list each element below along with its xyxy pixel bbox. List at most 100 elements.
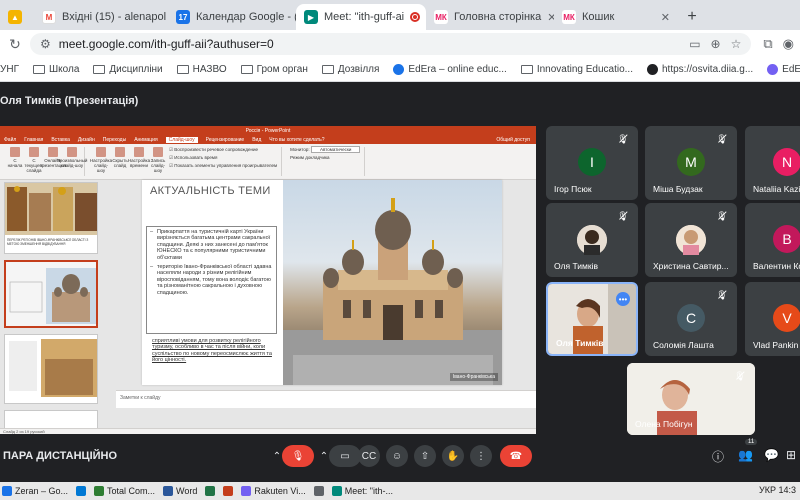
presenter-view-checkbox[interactable]: Режим докладчика bbox=[290, 155, 329, 160]
bookmark-folder-disciplines[interactable]: Дисципліни bbox=[93, 64, 163, 75]
folder-icon bbox=[176, 65, 189, 74]
participant-tile[interactable]: 🎙 C Соломія Лашта bbox=[645, 282, 737, 356]
site-info-icon[interactable]: ⚙ bbox=[40, 37, 51, 51]
browser-tab-calendar[interactable]: 17 Календар Google - ( ✕ bbox=[168, 4, 296, 30]
pp-tab[interactable]: Переходы bbox=[103, 137, 126, 143]
participant-name: Христина Савтир... bbox=[653, 261, 729, 271]
slide-thumbnail[interactable] bbox=[4, 334, 98, 404]
bookmark-osvita[interactable]: https://osvita.diia.g... bbox=[647, 64, 753, 75]
taskbar-item[interactable]: Meet: "ith-... bbox=[331, 486, 393, 496]
taskbar-item[interactable] bbox=[223, 486, 234, 496]
browser-tab-home[interactable]: МК Головна сторінка ✕ bbox=[426, 4, 554, 30]
participant-tile[interactable]: V Vlad Pankin bbox=[745, 282, 800, 356]
raise-hand-button[interactable]: ✋ bbox=[442, 445, 464, 467]
participant-tile[interactable]: 🎙 M Міша Будзак bbox=[645, 126, 737, 200]
info-icon[interactable]: ⓘ bbox=[712, 448, 724, 465]
pp-tab[interactable]: Главная bbox=[24, 137, 43, 143]
ribbon-button[interactable]: Настройка слайд-шоу bbox=[90, 147, 112, 173]
slide-thumbnail-selected[interactable] bbox=[4, 260, 98, 328]
people-icon[interactable]: 👥 bbox=[738, 448, 753, 462]
pp-search[interactable]: Что вы хотите сделать? bbox=[269, 137, 324, 143]
slide-thumbnail[interactable] bbox=[4, 410, 98, 428]
taskbar-item[interactable]: Rakuten Vi... bbox=[241, 486, 306, 496]
present-button[interactable]: ⇧ bbox=[414, 445, 436, 467]
bookmark-innovating[interactable]: Innovating Educatio... bbox=[520, 64, 633, 75]
more-options-button[interactable]: ⋮ bbox=[470, 445, 492, 467]
pp-tab-active[interactable]: Слайд-шоу bbox=[165, 136, 198, 143]
mic-off-button[interactable]: 🎙 bbox=[282, 445, 314, 467]
pp-tab[interactable]: Файл bbox=[4, 137, 16, 143]
close-icon[interactable]: ✕ bbox=[547, 11, 554, 24]
ribbon-button[interactable]: Скрыть слайд bbox=[112, 147, 128, 168]
participant-tile-active[interactable]: ••• Оля Тимків bbox=[546, 282, 638, 356]
taskbar-item[interactable]: Total Com... bbox=[94, 486, 155, 496]
pp-tab[interactable]: Анимация bbox=[134, 137, 157, 143]
ribbon-checkbox[interactable]: Показать элементы управления проигрывате… bbox=[169, 163, 277, 169]
pp-tab[interactable]: Вид bbox=[252, 137, 261, 143]
profile-icon[interactable]: ◉ bbox=[783, 36, 794, 52]
ribbon-button[interactable]: Запись слайд-шоу bbox=[150, 147, 166, 173]
leave-call-button[interactable]: ☎ bbox=[500, 445, 532, 467]
more-options-icon[interactable]: ••• bbox=[616, 292, 630, 306]
self-view-tile[interactable]: 🎙 Олена Побігун bbox=[627, 363, 755, 435]
taskbar-item[interactable]: Zeran – Go... bbox=[2, 486, 68, 496]
ribbon-button[interactable]: Произвольный слайд-шоу bbox=[57, 147, 87, 168]
monitor-select[interactable]: Автоматически bbox=[310, 146, 361, 153]
close-icon[interactable]: ✕ bbox=[661, 11, 670, 24]
captions-button[interactable]: CC bbox=[358, 445, 380, 467]
participant-tile[interactable]: 🎙 Оля Тимків bbox=[546, 203, 638, 277]
taskbar-item[interactable] bbox=[76, 486, 87, 496]
ribbon-button[interactable]: С начала bbox=[7, 147, 23, 168]
activities-icon[interactable]: ⊞ bbox=[786, 448, 796, 462]
zoom-icon[interactable]: ⊕ bbox=[711, 37, 721, 51]
language-indicator[interactable]: УКР bbox=[759, 485, 776, 495]
ribbon-checkbox[interactable]: Использовать время bbox=[169, 155, 277, 161]
taskbar-item[interactable] bbox=[205, 486, 216, 496]
ribbon-checkbox[interactable]: Воспроизвести речевое сопровождение bbox=[169, 147, 277, 153]
cathedral-photo: Івано-Франківська bbox=[283, 180, 502, 385]
slide-thumbnail[interactable]: ПЕРЕЛІК РЕГІОНІВ ІВАНО-ФРАНКІВСЬКОЇ ОБЛА… bbox=[4, 182, 98, 254]
bookmark-edera-viber[interactable]: EdEra у Viber bbox=[767, 64, 800, 75]
slide-notes[interactable]: Заметки к слайду bbox=[116, 390, 536, 408]
reload-icon[interactable]: ↻ bbox=[6, 36, 24, 53]
bookmark-folder-nazvo[interactable]: НАЗВО bbox=[176, 64, 227, 75]
ribbon-group-start: С начала С текущего слайда Онлайн-презен… bbox=[3, 147, 87, 176]
extensions-icon[interactable]: ⧉ bbox=[763, 36, 772, 52]
pp-tab[interactable]: Дизайн bbox=[78, 137, 95, 143]
browser-toolbar: ↻ ⚙ meet.google.com/ith-guff-aii?authuse… bbox=[0, 30, 800, 58]
participant-tile[interactable]: B Валентин Ко bbox=[745, 203, 800, 277]
pp-tab[interactable]: Рецензирование bbox=[206, 137, 245, 143]
new-tab-button[interactable]: + bbox=[678, 4, 706, 30]
participant-name: Nataliia Kazin bbox=[753, 184, 800, 194]
ribbon-button[interactable]: Настройка времени bbox=[128, 147, 150, 168]
taskbar-item[interactable] bbox=[313, 486, 324, 496]
pp-share[interactable]: Общий доступ bbox=[496, 137, 530, 143]
bookmark-folder-leisure[interactable]: Дозвілля bbox=[321, 64, 379, 75]
address-bar[interactable]: ⚙ meet.google.com/ith-guff-aii?authuser=… bbox=[30, 33, 752, 55]
camera-icon[interactable]: ▭ bbox=[689, 37, 700, 51]
bookmark-folder-grom[interactable]: Гром орган bbox=[240, 64, 308, 75]
bookmark-ung[interactable]: УНГ bbox=[0, 64, 19, 75]
clock[interactable]: 14:3 bbox=[778, 485, 796, 495]
edera-icon bbox=[393, 64, 405, 75]
browser-tab-meet[interactable]: ▶ Meet: "ith-guff-ai ✕ bbox=[296, 4, 426, 30]
bookmark-edera[interactable]: EdEra – online educ... bbox=[393, 64, 507, 75]
browser-tab-cart[interactable]: МК Кошик ✕ bbox=[554, 4, 678, 30]
participant-name: Оля Тимків bbox=[556, 338, 604, 348]
thumb-caption: ПЕРЕЛІК РЕГІОНІВ ІВАНО-ФРАНКІВСЬКОЇ ОБЛА… bbox=[7, 238, 89, 246]
participant-tile[interactable]: N Nataliia Kazin bbox=[745, 126, 800, 200]
url-text: meet.google.com/ith-guff-aii?authuser=0 bbox=[58, 37, 274, 51]
browser-tab-app[interactable]: ▲ bbox=[0, 4, 34, 30]
camera-button[interactable]: ▭ bbox=[329, 445, 361, 467]
pp-tab[interactable]: Вставка bbox=[51, 137, 70, 143]
chat-icon[interactable]: 💬 bbox=[764, 448, 779, 462]
emoji-button[interactable]: ☺ bbox=[386, 445, 408, 467]
browser-tab-gmail[interactable]: M Вхідні (15) - alenapol bbox=[34, 4, 168, 30]
bookmark-folder-school[interactable]: Школа bbox=[33, 64, 79, 75]
participant-tile[interactable]: 🎙 I Ігор Псюк bbox=[546, 126, 638, 200]
folder-icon bbox=[520, 65, 533, 74]
participant-tile[interactable]: 🎙 Христина Савтир... bbox=[645, 203, 737, 277]
star-icon[interactable]: ☆ bbox=[731, 37, 742, 51]
participant-name: Vlad Pankin bbox=[753, 340, 799, 350]
taskbar-item[interactable]: Word bbox=[163, 486, 197, 496]
